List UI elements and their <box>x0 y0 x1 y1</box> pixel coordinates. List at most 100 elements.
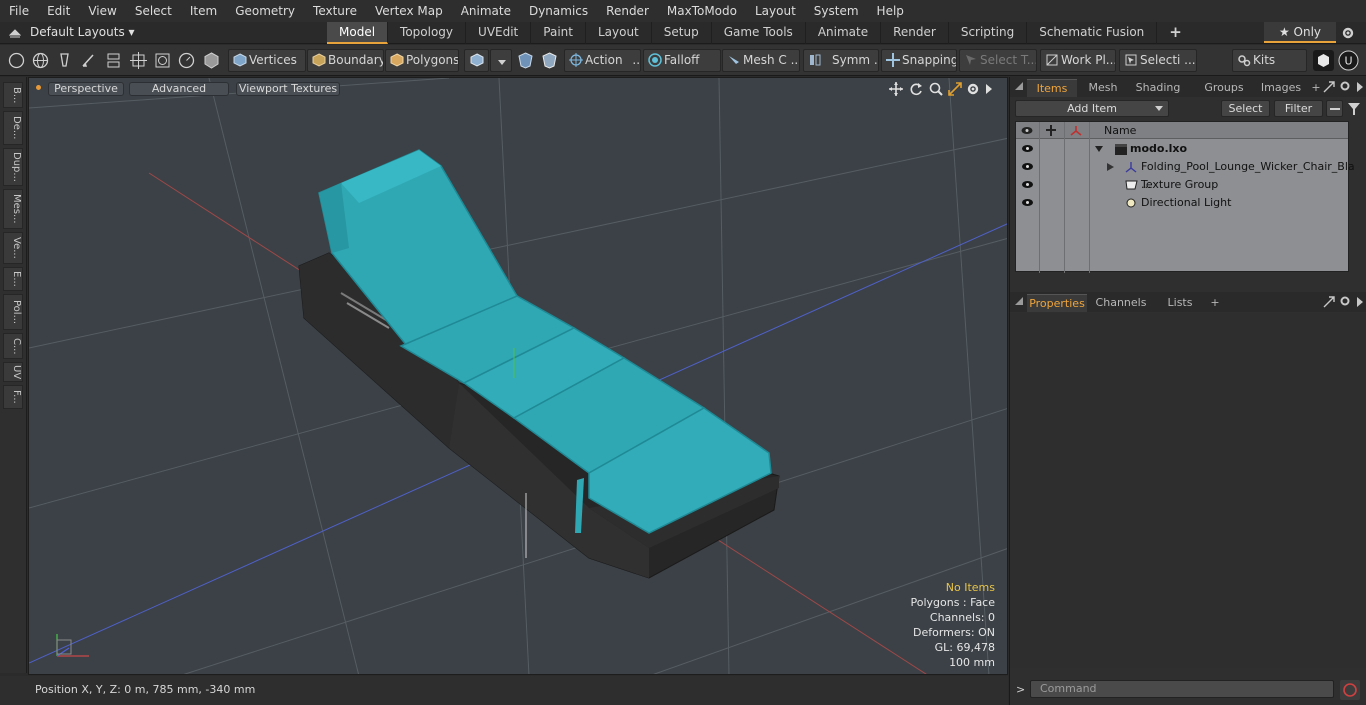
only-toggle[interactable]: ★ Only <box>1264 22 1336 43</box>
properties-menu-arrow-icon[interactable] <box>1356 297 1364 307</box>
visibility-eye-icon[interactable] <box>1022 198 1033 207</box>
add-item-button[interactable]: Add Item <box>1015 100 1169 117</box>
layout-arrow-icon[interactable] <box>9 27 21 39</box>
viewport-textures-button[interactable]: Viewport Textures <box>236 82 340 96</box>
menu-maxtomodo[interactable]: MaxToModo <box>658 0 746 22</box>
tab-paint[interactable]: Paint <box>531 22 586 44</box>
menu-select[interactable]: Select <box>126 0 181 22</box>
center-icon[interactable] <box>129 51 148 70</box>
left-tab-deform[interactable]: De... <box>3 111 23 145</box>
left-tab-edge[interactable]: E... <box>3 267 23 291</box>
tab-shading[interactable]: Shading <box>1130 79 1186 97</box>
tab-animate[interactable]: Animate <box>806 22 882 44</box>
mode-dropdown-button[interactable] <box>490 49 512 72</box>
tab-properties[interactable]: Properties <box>1027 294 1087 312</box>
left-tab-duplicate[interactable]: Dup... <box>3 148 23 186</box>
gear-icon[interactable] <box>1341 26 1355 40</box>
falloff-button[interactable]: Falloff <box>643 49 721 72</box>
menu-vertex-map[interactable]: Vertex Map <box>366 0 452 22</box>
record-button-icon[interactable] <box>1340 680 1360 700</box>
expand-right-triangle-icon[interactable] <box>1107 163 1114 171</box>
tab-setup[interactable]: Setup <box>652 22 712 44</box>
left-tab-polygon[interactable]: Pol... <box>3 294 23 330</box>
tab-topology[interactable]: Topology <box>388 22 467 44</box>
tab-layout[interactable]: Layout <box>586 22 652 44</box>
viewport-menu-arrow-icon[interactable] <box>984 83 994 95</box>
name-column-header[interactable]: Name <box>1104 124 1136 137</box>
filter-button[interactable]: Filter <box>1274 100 1323 117</box>
menu-geometry[interactable]: Geometry <box>226 0 304 22</box>
layout-select-dropdown[interactable]: Default Layouts ▾ <box>30 25 135 39</box>
3d-viewport[interactable]: Perspective Advanced Viewport Textures N… <box>28 77 1008 675</box>
menu-render[interactable]: Render <box>597 0 658 22</box>
tab-lists[interactable]: Lists <box>1158 294 1202 312</box>
unity-icon[interactable] <box>1313 50 1334 71</box>
menu-file[interactable]: File <box>0 0 38 22</box>
menu-animate[interactable]: Animate <box>452 0 520 22</box>
menu-layout[interactable]: Layout <box>746 0 805 22</box>
symmetry-button[interactable]: Symm ... <box>803 49 879 72</box>
tab-groups[interactable]: Groups <box>1195 79 1253 97</box>
viewport-gear-icon[interactable] <box>966 82 980 96</box>
frame-icon[interactable] <box>153 51 172 70</box>
vertices-button[interactable]: Vertices <box>228 49 306 72</box>
left-tab-fusion[interactable]: F... <box>3 385 23 409</box>
menu-help[interactable]: Help <box>868 0 913 22</box>
expand-triangle-icon[interactable] <box>1095 145 1103 153</box>
left-tab-mesh[interactable]: Mes... <box>3 189 23 229</box>
menu-texture[interactable]: Texture <box>304 0 366 22</box>
left-tab-basic[interactable]: B... <box>3 82 23 108</box>
select-button[interactable]: Select <box>1221 100 1270 117</box>
visibility-eye-icon[interactable] <box>1022 144 1033 153</box>
tab-scripting[interactable]: Scripting <box>949 22 1028 44</box>
menu-item[interactable]: Item <box>181 0 226 22</box>
menu-edit[interactable]: Edit <box>38 0 79 22</box>
list-item[interactable]: Folding_Pool_Lounge_Wicker_Chair_Bla ... <box>1016 158 1355 191</box>
select-circle-icon[interactable] <box>7 51 26 70</box>
collapse-button[interactable] <box>1326 100 1343 117</box>
menu-dynamics[interactable]: Dynamics <box>520 0 597 22</box>
left-tab-uv[interactable]: UV <box>3 362 23 382</box>
list-item[interactable]: modo.lxo <box>1016 140 1348 158</box>
snap-shield-alt-icon[interactable] <box>540 51 559 70</box>
visibility-eye-icon[interactable] <box>1022 162 1033 171</box>
tab-images[interactable]: Images <box>1256 79 1306 97</box>
left-tab-curve[interactable]: C... <box>3 333 23 359</box>
tab-channels[interactable]: Channels <box>1094 294 1148 312</box>
add-tab-button[interactable]: + <box>1157 22 1194 44</box>
select-through-button[interactable]: Select T... <box>959 49 1037 72</box>
brush-icon[interactable] <box>79 51 98 70</box>
advanced-button[interactable]: Advanced <box>129 82 229 96</box>
add-properties-tab-button[interactable]: + <box>1208 294 1222 312</box>
list-item[interactable]: Texture Group <box>1016 176 1348 194</box>
tab-items[interactable]: Items <box>1027 79 1077 97</box>
left-tab-vertex[interactable]: Ve... <box>3 232 23 264</box>
properties-gear-icon[interactable] <box>1339 295 1351 307</box>
rotate-view-icon[interactable] <box>909 82 923 96</box>
unreal-icon[interactable]: U <box>1338 50 1359 71</box>
cube-shaded-icon[interactable] <box>202 51 221 70</box>
panel-gear-icon[interactable] <box>1339 80 1351 92</box>
mesh-constraint-button[interactable]: Mesh C ... <box>722 49 800 72</box>
zoom-view-icon[interactable] <box>929 82 943 96</box>
tab-model[interactable]: Model <box>327 22 389 44</box>
tab-schematic-fusion[interactable]: Schematic Fusion <box>1027 22 1158 44</box>
work-plane-button[interactable]: Work Pl... <box>1040 49 1116 72</box>
item-mode-button[interactable] <box>464 49 489 72</box>
kits-button[interactable]: Kits <box>1232 49 1307 72</box>
fit-view-icon[interactable] <box>948 82 962 96</box>
list-item[interactable]: Directional Light <box>1016 194 1348 212</box>
lounge-chair-model[interactable] <box>298 149 780 579</box>
panel-menu-arrow-icon[interactable] <box>1356 82 1364 92</box>
align-icon[interactable] <box>104 51 123 70</box>
expand-panel-icon[interactable] <box>1323 81 1335 93</box>
polygons-button[interactable]: Polygons <box>385 49 459 72</box>
timer-icon[interactable] <box>177 51 196 70</box>
pen-icon[interactable] <box>55 51 74 70</box>
add-panel-tab-button[interactable]: + <box>1310 79 1322 97</box>
tab-render[interactable]: Render <box>881 22 949 44</box>
viewport-scene[interactable] <box>29 78 1008 675</box>
boundary-button[interactable]: Boundary <box>307 49 384 72</box>
selection-sets-button[interactable]: Selecti ... <box>1119 49 1197 72</box>
tab-game-tools[interactable]: Game Tools <box>712 22 806 44</box>
